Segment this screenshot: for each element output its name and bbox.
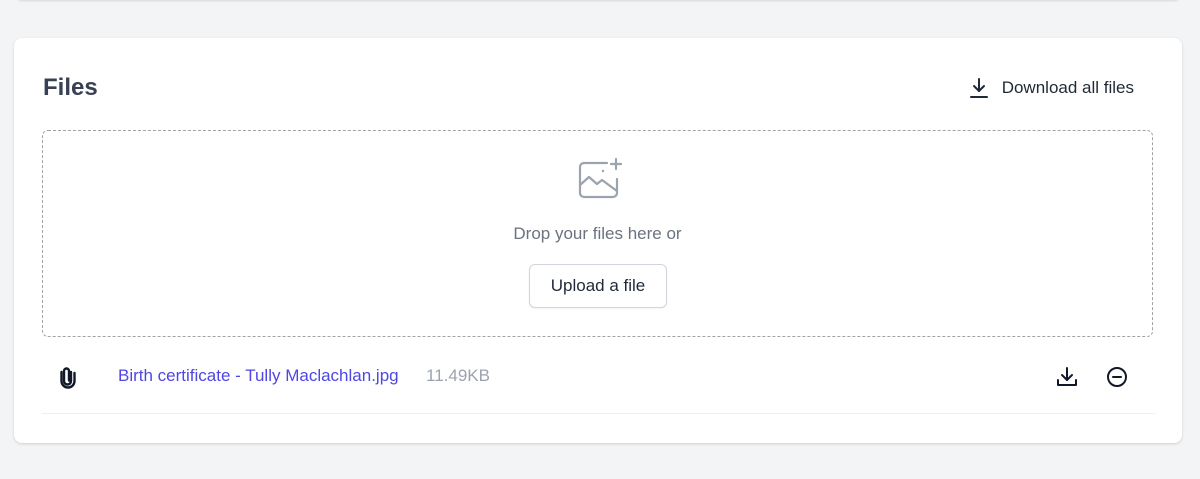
image-add-icon xyxy=(577,157,623,203)
remove-icon xyxy=(1104,367,1130,393)
download-icon xyxy=(968,77,990,99)
paperclip-icon xyxy=(58,365,78,389)
remove-file-button[interactable] xyxy=(1104,364,1130,390)
download-file-button[interactable] xyxy=(1054,364,1080,390)
download-icon xyxy=(1054,367,1080,393)
file-list-item: Birth certificate - Tully Maclachlan.jpg… xyxy=(42,349,1155,414)
upload-file-button[interactable]: Upload a file xyxy=(529,264,667,308)
download-all-files-button[interactable]: Download all files xyxy=(968,76,1134,100)
files-title: Files xyxy=(43,74,98,101)
download-all-files-label: Download all files xyxy=(1001,78,1134,97)
file-size: 11.49KB xyxy=(426,366,490,385)
files-card: Files Download all files Drop your files… xyxy=(14,38,1182,443)
file-dropzone[interactable]: Drop your files here or Upload a file xyxy=(42,130,1153,337)
file-name-link[interactable]: Birth certificate - Tully Maclachlan.jpg xyxy=(118,366,399,386)
dropzone-prompt: Drop your files here or xyxy=(513,224,682,243)
